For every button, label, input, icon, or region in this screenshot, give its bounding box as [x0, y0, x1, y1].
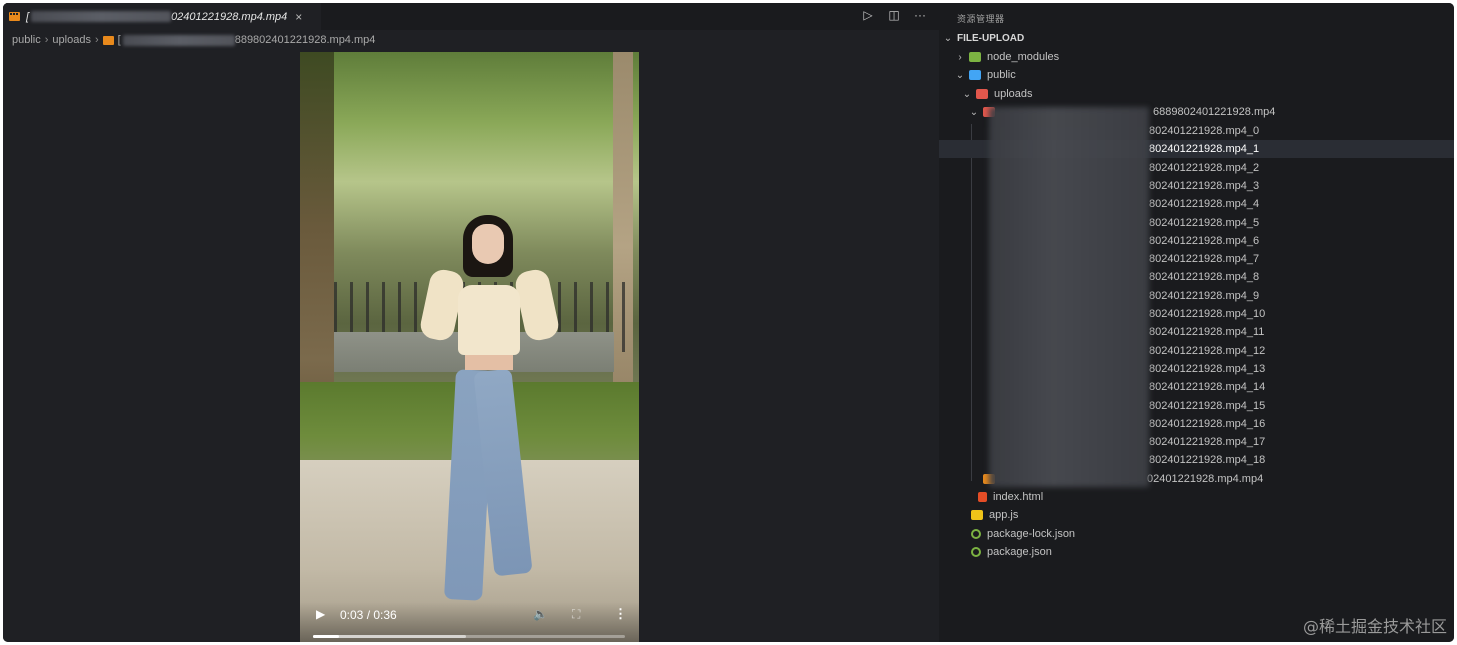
video-time: 0:03 / 0:36 [340, 608, 397, 622]
js-file-icon [971, 510, 983, 520]
tree-item-label: 802401221928.mp4_13 [1149, 362, 1266, 375]
tree-item-label: node_modules [987, 51, 1060, 63]
more-actions-icon[interactable]: ··· [913, 8, 927, 22]
root-folder-label: FILE-UPLOAD [957, 32, 1025, 44]
tree-item-label: 802401221928.mp4_15 [1149, 399, 1266, 412]
folder-icon [976, 89, 988, 99]
tree-item-app-js[interactable]: app.js [939, 506, 1454, 524]
video-progress-bar[interactable] [313, 635, 625, 638]
tree-item-package-json[interactable]: package.json [939, 543, 1454, 561]
redaction-blur [989, 107, 1149, 487]
tab-bar: [ 02401221928.mp4.mp4 × ▷ ◫ ··· [3, 3, 939, 30]
video-file-icon [9, 12, 20, 21]
breadcrumb-file[interactable]: 889802401221928.mp4.mp4 [235, 34, 376, 46]
chevron-down-icon: ⌄ [969, 106, 979, 118]
vscode-window: [ 02401221928.mp4.mp4 × ▷ ◫ ··· public ›… [3, 3, 1454, 642]
json-file-icon [971, 547, 981, 557]
run-icon[interactable]: ▷ [861, 8, 875, 22]
tree-item-package-lock[interactable]: package-lock.json [939, 525, 1454, 543]
video-frame-person [472, 224, 504, 264]
tree-item-node-modules[interactable]: › node_modules [939, 48, 1454, 66]
chevron-down-icon: ⌄ [955, 69, 965, 81]
tree-item-public[interactable]: ⌄ public [939, 66, 1454, 84]
tree-item-label: 802401221928.mp4_17 [1149, 436, 1266, 449]
tree-item-label: 6889802401221928.mp4 [1153, 106, 1276, 118]
chevron-right-icon: › [94, 34, 99, 46]
redacted-text [31, 11, 172, 22]
more-options-icon[interactable]: ⋮ [614, 606, 627, 622]
tree-item-label: 802401221928.mp4_14 [1149, 381, 1266, 394]
tree-item-label: app.js [989, 509, 1019, 521]
video-frame-person [458, 285, 520, 355]
explorer-root[interactable]: ⌄ FILE-UPLOAD [939, 29, 1454, 47]
chevron-right-icon: › [958, 51, 962, 63]
chevron-down-icon: ⌄ [943, 32, 953, 44]
tree-item-uploads[interactable]: ⌄ uploads [939, 85, 1454, 103]
tree-item-label: 02401221928.mp4.mp4 [1147, 473, 1264, 485]
tree-item-label: 802401221928.mp4_0 [1149, 125, 1260, 137]
tree-item-label: 802401221928.mp4_1 [1149, 143, 1260, 156]
video-player[interactable]: ▶ 0:03 / 0:36 🔈 ⛶ ⋮ [300, 52, 639, 642]
tree-item-label: 802401221928.mp4_16 [1149, 417, 1266, 430]
json-file-icon [971, 529, 981, 539]
folder-icon [969, 70, 981, 80]
editor-actions: ▷ ◫ ··· [861, 8, 927, 22]
tree-item-label: package-lock.json [987, 528, 1076, 540]
fullscreen-icon[interactable]: ⛶ [572, 607, 580, 622]
tree-item-label: 802401221928.mp4_7 [1149, 253, 1260, 266]
volume-icon[interactable]: 🔈 [533, 607, 548, 621]
video-progress-fill [313, 635, 339, 638]
video-file-icon [102, 35, 114, 45]
editor-area: [ 02401221928.mp4.mp4 × ▷ ◫ ··· public ›… [3, 3, 939, 642]
tree-item-label: 802401221928.mp4_9 [1149, 289, 1260, 302]
tree-item-label: public [987, 69, 1016, 81]
video-controls: ▶ 0:03 / 0:36 🔈 ⛶ ⋮ [300, 602, 639, 642]
breadcrumb-uploads[interactable]: uploads [52, 34, 91, 46]
tree-item-label: index.html [993, 491, 1044, 503]
tree-item-label: 802401221928.mp4_8 [1149, 271, 1260, 284]
breadcrumb: public › uploads › [ 889802401221928.mp4… [12, 34, 376, 46]
folder-icon [969, 52, 981, 62]
tree-item-label: 802401221928.mp4_11 [1149, 326, 1265, 339]
tree-item-index-html[interactable]: index.html [939, 488, 1454, 506]
breadcrumb-public[interactable]: public [12, 34, 41, 46]
explorer-panel: 资源管理器 ⌄ FILE-UPLOAD › node_modules ⌄ pub… [939, 3, 1454, 642]
tree-item-label: 802401221928.mp4_3 [1149, 179, 1260, 192]
tree-item-label: 802401221928.mp4_4 [1149, 198, 1260, 211]
chevron-right-icon: › [44, 34, 49, 46]
split-editor-icon[interactable]: ◫ [887, 8, 901, 22]
close-tab-icon[interactable]: × [295, 10, 302, 24]
tree-item-label: 802401221928.mp4_5 [1149, 216, 1260, 229]
tree-item-label: package.json [987, 546, 1052, 558]
redacted-text [122, 34, 235, 46]
tab-video-file[interactable]: [ 02401221928.mp4.mp4 × [3, 3, 321, 30]
explorer-title: 资源管理器 [957, 14, 1005, 24]
tree-item-label: uploads [994, 88, 1033, 100]
tree-item-label: 802401221928.mp4_12 [1149, 344, 1266, 357]
tree-item-label: 802401221928.mp4_6 [1149, 234, 1260, 247]
watermark: @稀土掘金技术社区 [1302, 617, 1447, 636]
tree-item-label: 802401221928.mp4_2 [1149, 161, 1260, 174]
tree-item-label: 802401221928.mp4_18 [1149, 454, 1266, 467]
tree-item-label: 802401221928.mp4_10 [1149, 308, 1266, 320]
play-icon[interactable]: ▶ [316, 607, 325, 621]
tab-label: [ 02401221928.mp4.mp4 [26, 10, 288, 23]
chevron-down-icon: ⌄ [962, 88, 972, 100]
html-file-icon [978, 492, 987, 502]
